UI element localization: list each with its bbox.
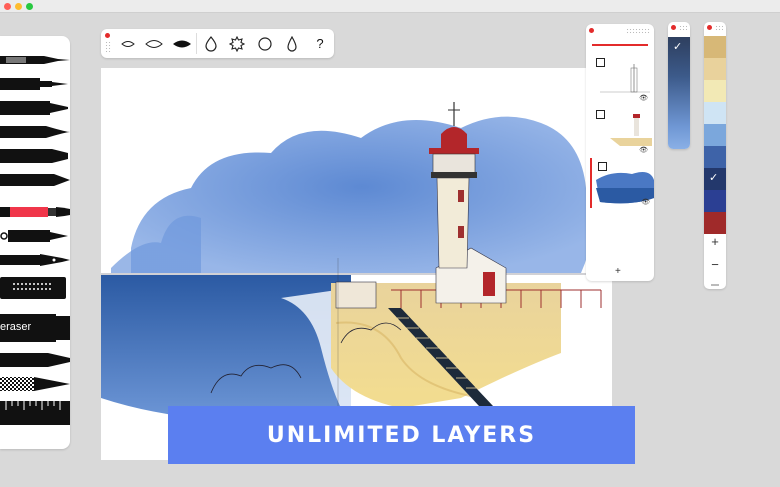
brush-drop-icon[interactable] — [200, 33, 222, 54]
knife-icon[interactable] — [0, 374, 70, 394]
brush-toolbar: ? — [101, 29, 334, 58]
brush-pen-icon[interactable] — [0, 122, 70, 142]
close-window-button[interactable] — [4, 3, 11, 10]
brush-leaf-small-icon[interactable] — [117, 33, 139, 54]
eraser-icon[interactable]: eraser — [0, 313, 70, 343]
layer-visibility-icon[interactable]: 👁 — [639, 94, 648, 102]
color-swatch[interactable] — [704, 36, 726, 58]
texture-brush-icon[interactable] — [0, 276, 70, 300]
brush-teardrop-icon[interactable] — [281, 33, 303, 54]
brush-splat-icon[interactable] — [226, 33, 248, 54]
minimize-window-button[interactable] — [15, 3, 22, 10]
layer-visibility-icon[interactable]: 👁 — [639, 146, 648, 154]
brightness-slider[interactable]: ✓ — [668, 22, 690, 149]
color-swatch[interactable] — [704, 212, 726, 234]
remove-swatch-button[interactable]: − — [704, 257, 726, 272]
brush-leaf-outline-icon[interactable] — [143, 33, 165, 54]
help-button[interactable]: ? — [309, 33, 331, 54]
title-bar — [0, 0, 780, 13]
fountain-pen-icon[interactable] — [0, 226, 70, 246]
brightness-gradient[interactable] — [668, 37, 690, 149]
brush-circle-icon[interactable] — [254, 33, 276, 54]
marker-icon[interactable] — [0, 98, 70, 118]
checkmark-icon: ✓ — [673, 41, 683, 53]
panel-resize-handle[interactable] — [711, 284, 719, 286]
color-swatch[interactable] — [704, 80, 726, 102]
panel-drag-handle[interactable] — [679, 25, 687, 31]
color-swatch[interactable]: ✓ — [704, 168, 726, 190]
eraser-label: eraser — [0, 321, 32, 333]
color-swatch[interactable] — [704, 124, 726, 146]
pencil-icon[interactable] — [0, 170, 70, 190]
panel-close-dot[interactable] — [671, 25, 676, 30]
felt-tip-icon[interactable] — [0, 146, 70, 166]
color-swatch[interactable] — [704, 58, 726, 80]
layers-panel: 👁 👁 👁 + — [586, 24, 654, 281]
layer-thumbnail-lighthouse[interactable]: 👁 — [590, 106, 652, 156]
technical-pen-icon[interactable] — [0, 74, 70, 94]
lighthouse-painting — [101, 102, 612, 460]
chisel-marker-icon[interactable] — [0, 350, 70, 370]
add-swatch-button[interactable]: + — [704, 234, 726, 249]
panel-drag-handle[interactable] — [715, 25, 723, 31]
drawing-canvas[interactable] — [101, 68, 612, 460]
zoom-window-button[interactable] — [26, 3, 33, 10]
color-swatches-panel: ✓ + − — [704, 22, 726, 289]
add-layer-button[interactable]: + — [615, 266, 621, 277]
panel-drag-handle[interactable] — [626, 28, 650, 34]
ruler-icon[interactable] — [0, 398, 70, 428]
promo-banner: UNLIMITED LAYERS — [168, 406, 635, 464]
nib-pen-icon[interactable] — [0, 250, 70, 270]
layer-visibility-icon[interactable]: 👁 — [641, 198, 650, 206]
panel-close-dot[interactable] — [589, 28, 594, 33]
brush-leaf-filled-icon[interactable] — [171, 33, 193, 54]
panel-close-dot[interactable] — [707, 25, 712, 30]
app-window: ? eraser 👁 👁 👁 + ✓ ✓ + − UNLIMITED LAYER… — [0, 0, 780, 487]
color-swatch[interactable] — [704, 146, 726, 168]
color-swatch[interactable] — [704, 190, 726, 212]
panel-drag-handle[interactable] — [105, 41, 111, 53]
color-swatch[interactable] — [704, 102, 726, 124]
tools-panel: eraser — [0, 36, 70, 449]
layer-thumbnail-sketch[interactable]: 👁 — [590, 54, 652, 104]
checkmark-icon: ✓ — [709, 172, 719, 184]
fineliner-icon[interactable] — [0, 50, 70, 70]
layer-thumbnail-watercolor[interactable]: 👁 — [590, 158, 654, 208]
banner-text: UNLIMITED LAYERS — [266, 422, 537, 448]
watercolor-brush-icon[interactable] — [0, 202, 70, 222]
layer-opacity-slider[interactable] — [592, 44, 648, 46]
toolbar-separator — [196, 33, 197, 54]
panel-close-dot[interactable] — [105, 33, 110, 38]
